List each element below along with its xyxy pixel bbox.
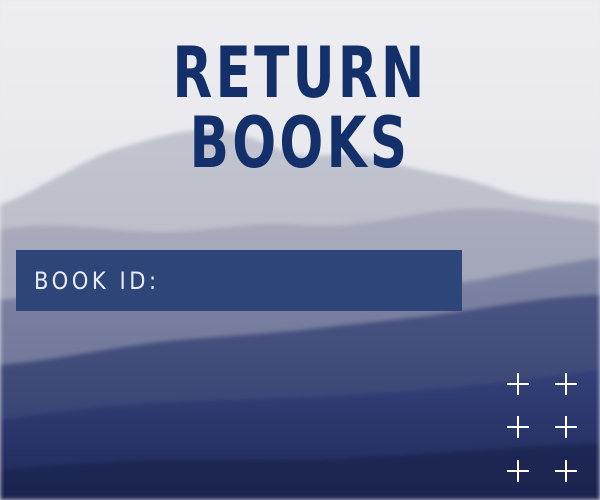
book-id-input[interactable] bbox=[186, 250, 460, 313]
plus-icon bbox=[507, 373, 529, 395]
book-id-field[interactable]: BOOK ID: bbox=[16, 250, 462, 313]
plus-icon bbox=[555, 460, 577, 482]
plus-icon bbox=[555, 416, 577, 438]
plus-icon bbox=[507, 460, 529, 482]
decorative-plus-grid bbox=[500, 366, 584, 486]
plus-icon bbox=[555, 373, 577, 395]
page-title: RETURN BOOKS bbox=[172, 32, 428, 184]
book-id-label: BOOK ID: bbox=[34, 266, 160, 295]
plus-icon bbox=[507, 416, 529, 438]
